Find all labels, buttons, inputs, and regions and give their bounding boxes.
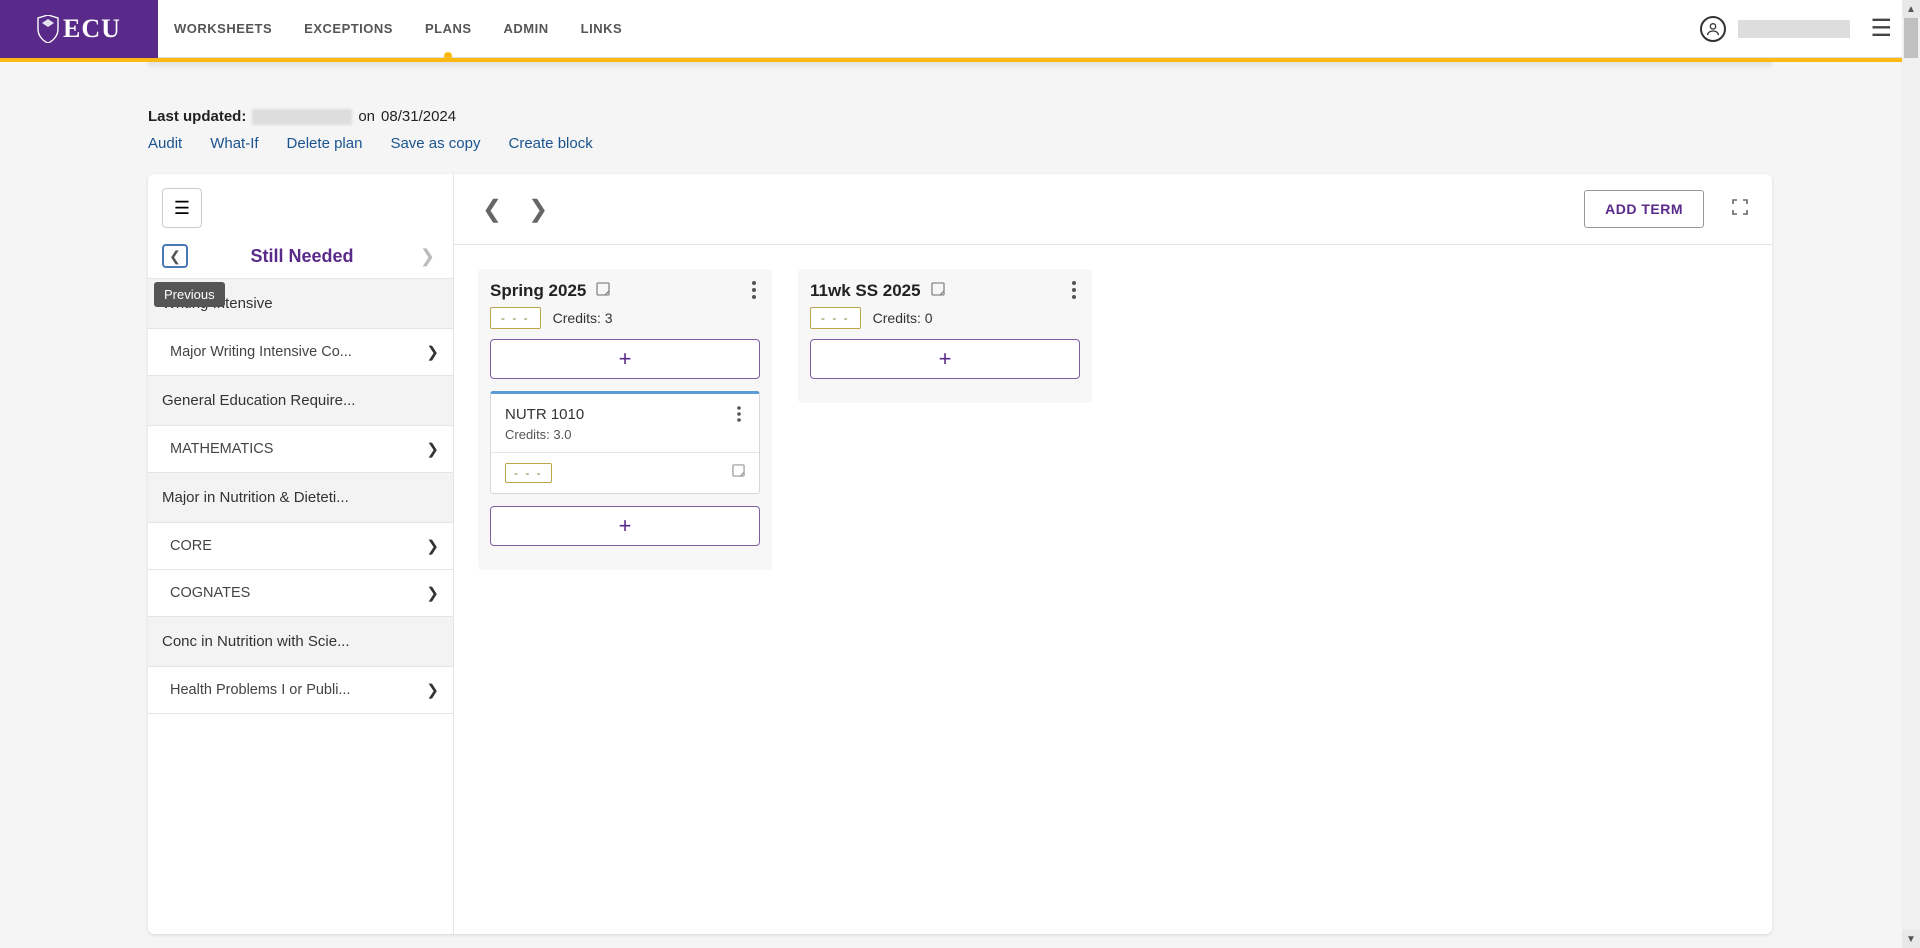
action-save-as-copy[interactable]: Save as copy	[390, 135, 480, 152]
req-group-header: Major in Nutrition & Dieteti...	[148, 473, 453, 523]
req-item-label: Major Writing Intensive Co...	[170, 344, 352, 360]
status-badge: - - -	[810, 307, 861, 329]
main-nav: WORKSHEETS EXCEPTIONS PLANS ADMIN LINKS	[158, 1, 638, 56]
course-menu-button[interactable]	[733, 406, 745, 427]
req-item[interactable]: MATHEMATICS ❯	[148, 426, 453, 473]
req-group-header: General Education Require...	[148, 376, 453, 426]
terms-next-button[interactable]: ❯	[524, 191, 552, 228]
sidebar-title-row: ❮ Still Needed ❯ Previous	[148, 238, 453, 278]
plan-actions: Audit What-If Delete plan Save as copy C…	[148, 135, 1920, 152]
expand-icon[interactable]	[1732, 199, 1748, 220]
nav-admin[interactable]: ADMIN	[488, 1, 565, 56]
action-create-block[interactable]: Create block	[509, 135, 593, 152]
chevron-right-icon: ❯	[426, 343, 439, 361]
terms-toolbar: ❮ ❯ ADD TERM	[454, 174, 1772, 245]
scroll-down-icon[interactable]: ▼	[1902, 930, 1920, 948]
brand-text: ECU	[63, 14, 121, 44]
action-audit[interactable]: Audit	[148, 135, 182, 152]
last-updated-date: 08/31/2024	[381, 108, 456, 125]
sidebar-menu-button[interactable]: ☰	[162, 188, 202, 228]
status-badge: - - -	[490, 307, 541, 329]
req-item-label: Health Problems I or Publi...	[170, 682, 351, 698]
last-updated-row: Last updated: on 08/31/2024	[148, 108, 1920, 125]
term-credits: Credits: 3	[553, 310, 613, 326]
requirements-list[interactable]: Writing Intensive Major Writing Intensiv…	[148, 278, 453, 934]
scroll-thumb[interactable]	[1904, 18, 1918, 58]
sidebar-prev-button[interactable]: ❮	[162, 244, 188, 268]
add-course-slot[interactable]: +	[490, 339, 760, 379]
note-icon[interactable]	[931, 282, 945, 301]
chevron-right-icon: ❯	[426, 537, 439, 555]
card-shadow-strip	[148, 62, 1772, 70]
req-item-label: CORE	[170, 538, 212, 554]
planner-panel: ☰ ❮ Still Needed ❯ Previous Writing Inte…	[148, 174, 1772, 934]
previous-tooltip: Previous	[154, 282, 225, 307]
term-column: Spring 2025 - - - Credits: 3	[478, 269, 772, 570]
chevron-right-icon: ❯	[426, 440, 439, 458]
sidebar-title: Still Needed	[250, 246, 353, 267]
term-title: Spring 2025	[490, 281, 586, 301]
add-term-button[interactable]: ADD TERM	[1584, 190, 1704, 228]
user-icon[interactable]	[1700, 16, 1726, 42]
topbar-right: ☰	[1700, 14, 1920, 43]
brand-logo[interactable]: ECU	[0, 0, 158, 58]
sidebar-next-button[interactable]: ❯	[416, 246, 439, 267]
terms-row: Spring 2025 - - - Credits: 3	[454, 245, 1772, 594]
term-credits: Credits: 0	[873, 310, 933, 326]
page-scrollbar[interactable]: ▲ ▼	[1902, 0, 1920, 948]
term-title: 11wk SS 2025	[810, 281, 921, 301]
req-item[interactable]: Major Writing Intensive Co... ❯	[148, 329, 453, 376]
req-item[interactable]: CORE ❯	[148, 523, 453, 570]
scroll-track[interactable]	[1902, 18, 1920, 930]
req-item[interactable]: Health Problems I or Publi... ❯	[148, 667, 453, 714]
note-icon[interactable]	[596, 282, 610, 301]
course-credits: Credits: 3.0	[505, 427, 584, 442]
updated-by-redacted	[252, 109, 352, 125]
plus-icon: +	[939, 346, 952, 372]
chevron-right-icon: ❯	[426, 681, 439, 699]
course-name: NUTR 1010	[505, 406, 584, 423]
nav-plans[interactable]: PLANS	[409, 1, 488, 56]
status-badge: - - -	[505, 463, 552, 483]
add-course-slot[interactable]: +	[810, 339, 1080, 379]
terms-prev-button[interactable]: ❮	[478, 191, 506, 228]
menu-icon[interactable]: ☰	[1862, 14, 1900, 43]
still-needed-sidebar: ☰ ❮ Still Needed ❯ Previous Writing Inte…	[148, 174, 454, 934]
shield-icon	[37, 15, 59, 43]
req-item-label: COGNATES	[170, 585, 250, 601]
scroll-up-icon[interactable]: ▲	[1902, 0, 1920, 18]
nav-exceptions[interactable]: EXCEPTIONS	[288, 1, 409, 56]
course-card[interactable]: NUTR 1010 Credits: 3.0 - - -	[490, 391, 760, 494]
term-column: 11wk SS 2025 - - - Credits: 0	[798, 269, 1092, 403]
action-what-if[interactable]: What-If	[210, 135, 258, 152]
plus-icon: +	[619, 513, 632, 539]
req-group-header: Conc in Nutrition with Scie...	[148, 617, 453, 667]
req-item-label: MATHEMATICS	[170, 441, 273, 457]
top-navigation-bar: ECU WORKSHEETS EXCEPTIONS PLANS ADMIN LI…	[0, 0, 1920, 58]
req-item[interactable]: COGNATES ❯	[148, 570, 453, 617]
term-menu-button[interactable]	[1068, 281, 1080, 304]
chevron-right-icon: ❯	[426, 584, 439, 602]
nav-worksheets[interactable]: WORKSHEETS	[158, 1, 288, 56]
last-updated-label: Last updated:	[148, 108, 246, 125]
term-menu-button[interactable]	[748, 281, 760, 304]
action-delete-plan[interactable]: Delete plan	[287, 135, 363, 152]
note-icon[interactable]	[732, 464, 745, 482]
nav-links[interactable]: LINKS	[565, 1, 639, 56]
add-course-slot[interactable]: +	[490, 506, 760, 546]
terms-area: ❮ ❯ ADD TERM Spring 2025	[454, 174, 1772, 934]
plus-icon: +	[619, 346, 632, 372]
user-name-redacted	[1738, 20, 1850, 38]
on-text: on	[358, 108, 375, 125]
